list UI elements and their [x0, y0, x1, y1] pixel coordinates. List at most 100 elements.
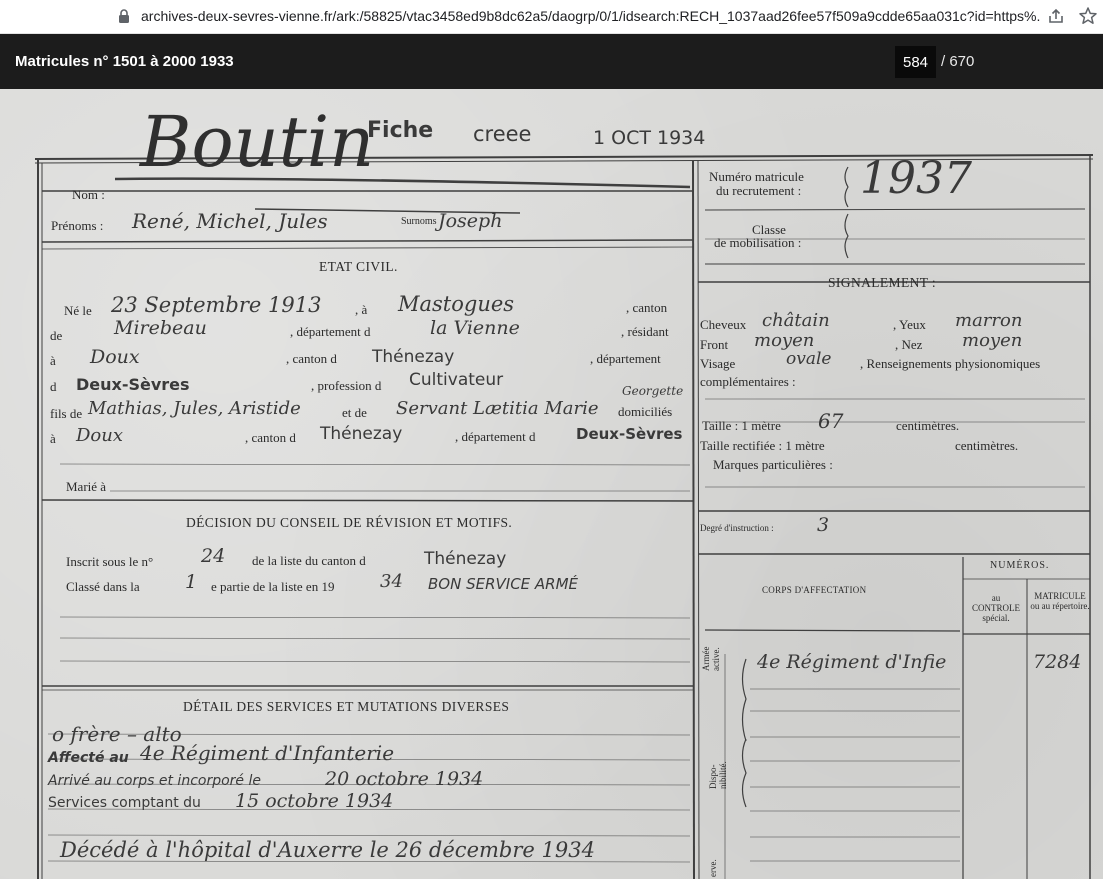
label-armee-active: Armée active. — [701, 646, 721, 672]
heading-decision: DÉCISION DU CONSEIL DE RÉVISION ET MOTIF… — [186, 515, 513, 530]
stamp-date: 1 OCT 1934 — [593, 127, 706, 149]
label-cheveux: Cheveux — [700, 317, 747, 332]
numero-handwritten: 7284 — [1033, 651, 1082, 673]
detail-decede-handwritten: Décédé à l'hôpital d'Auxerre le 26 décem… — [60, 838, 595, 862]
label-de-la-liste: de la liste du canton d — [252, 553, 366, 568]
label-fils-de: fils de — [50, 406, 83, 421]
label-departement: , département — [590, 351, 661, 366]
label-au-controle: au CONTROLE spécial. — [972, 593, 1020, 623]
heading-detail: DÉTAIL DES SERVICES ET MUTATIONS DIVERSE… — [183, 699, 510, 714]
yeux-handwritten: marron — [955, 310, 1023, 331]
label-visage: Visage — [700, 356, 736, 371]
label-departement-d: , département d — [290, 324, 371, 339]
label-canton: , canton — [626, 300, 668, 315]
stamp-creee: creee — [473, 122, 532, 146]
label-marie-a: Marié à — [66, 479, 107, 494]
inscrit-num-handwritten: 24 — [201, 545, 226, 567]
document-viewer-canvas[interactable]: Fiche creee 1 OCT 1934 Boutin Nom : Prén… — [0, 89, 1103, 879]
label-yeux: , Yeux — [893, 317, 926, 332]
birth-place-handwritten: Mastogues — [398, 292, 515, 316]
label-residant: , résidant — [621, 324, 669, 339]
father-handwritten: Mathias, Jules, Aristide — [88, 398, 301, 419]
heading-numeros: NUMÉROS. — [990, 560, 1050, 571]
heading-signalement: SIGNALEMENT : — [828, 275, 937, 290]
heading-corps: CORPS D'AFFECTATION — [762, 585, 867, 595]
label-degre: Degré d'instruction : — [700, 523, 774, 533]
bookmark-star-icon[interactable] — [1078, 6, 1098, 26]
viewer-title: Matricules n° 1501 à 2000 1933 — [15, 53, 234, 70]
label-canton-d: , canton d — [286, 351, 337, 366]
url-field[interactable]: archives-deux-sevres-vienne.fr/ark:/5882… — [141, 8, 1041, 24]
surnoms-handwritten: Joseph — [438, 210, 503, 232]
label-classe-dans: Classé dans la — [66, 579, 140, 594]
visage-handwritten: ovale — [786, 349, 832, 369]
birth-date-handwritten: 23 Septembre 1913 — [111, 293, 322, 317]
viewer-header: Matricules n° 1501 à 2000 1933 584 / 670 — [0, 34, 1103, 89]
degre-handwritten: 3 — [817, 514, 830, 536]
label-du-recrutement: du recrutement : — [716, 183, 802, 198]
mother-extra-handwritten: Georgette — [622, 384, 684, 398]
detail-affecte-stamp: Affecté au — [48, 750, 129, 766]
label-front: Front — [700, 337, 729, 352]
classe-year-handwritten: 34 — [380, 571, 403, 592]
label-a3: à — [50, 431, 56, 446]
parents-residence-handwritten: Doux — [76, 425, 124, 446]
profession-stamp: Cultivateur — [409, 370, 504, 390]
label-d: d — [50, 379, 57, 394]
label-partie: e partie de la liste en 19 — [211, 579, 335, 594]
label-reserve: erve. — [708, 859, 718, 877]
page-total: / 670 — [941, 53, 975, 70]
label-departement-d2: , département d — [455, 429, 536, 444]
lock-icon[interactable] — [118, 9, 130, 24]
label-et-de: et de — [342, 405, 367, 420]
inscrit-canton-stamp: Thénezay — [424, 549, 507, 569]
label-de-mobilisation: de mobilisation : — [714, 235, 802, 250]
label-complementaires: complémentaires : — [700, 374, 796, 389]
label-de: de — [50, 328, 63, 343]
detail-services-handwritten: 15 octobre 1934 — [235, 790, 394, 812]
label-prenoms: Prénoms : — [51, 218, 104, 233]
label-canton-d2: , canton d — [245, 430, 296, 445]
label-taille: Taille : 1 mètre — [702, 418, 781, 433]
detail-arrive-handwritten: 20 octobre 1934 — [325, 768, 484, 790]
heading-etat-civil: ETAT CIVIL. — [319, 259, 398, 274]
classe-stamp: BON SERVICE ARMÉ — [428, 575, 579, 593]
label-ne-le: Né le — [64, 303, 92, 318]
label-renseignements: , Renseignements physionomiques — [860, 356, 1041, 371]
page-number-input[interactable]: 584 — [895, 46, 936, 78]
classe-partie-handwritten: 1 — [185, 571, 198, 593]
front-handwritten: moyen — [754, 330, 815, 351]
residence-dept-stamp: Deux-Sèvres — [76, 375, 190, 394]
residence-canton-stamp: Thénezay — [372, 347, 455, 367]
label-surnoms: Surnoms — [401, 216, 437, 227]
label-disponibilite: Dispo-nibilité. — [708, 761, 728, 789]
residence-handwritten: Doux — [90, 346, 140, 368]
label-a2: à — [50, 353, 56, 368]
label-matricule-repertoire: MATRICULE ou au répertoire. — [1030, 591, 1090, 611]
label-centimetres: centimètres. — [896, 418, 960, 433]
matricule-handwritten: 1937 — [860, 153, 972, 204]
prenoms-handwritten: René, Michel, Jules — [132, 209, 328, 233]
label-nez: , Nez — [895, 337, 923, 352]
detail-affecte-handwritten: 4e Régiment d'Infanterie — [140, 741, 395, 765]
cheveux-handwritten: châtain — [762, 310, 830, 331]
browser-address-bar: archives-deux-sevres-vienne.fr/ark:/5882… — [0, 0, 1103, 34]
label-a: , à — [355, 302, 368, 317]
detail-services-stamp: Services comptant du — [48, 795, 201, 811]
share-icon[interactable] — [1047, 7, 1065, 25]
label-profession: , profession d — [311, 378, 382, 393]
label-marques: Marques particulières : — [713, 457, 833, 472]
parents-canton-stamp: Thénezay — [320, 424, 403, 444]
surname-handwritten: Boutin — [140, 101, 375, 183]
label-nom: Nom : — [72, 187, 105, 202]
canton-handwritten: Mirebeau — [114, 317, 207, 339]
corps-handwritten: 4e Régiment d'Infie — [757, 651, 947, 673]
label-centimetres2: centimètres. — [955, 438, 1019, 453]
stamp-fiche: Fiche — [367, 118, 434, 143]
parents-dept-stamp: Deux-Sèvres — [576, 425, 683, 443]
nez-handwritten: moyen — [962, 330, 1023, 351]
label-domicilies: domiciliés — [618, 404, 673, 419]
label-taille-rectifiee: Taille rectifiée : 1 mètre — [700, 438, 825, 453]
detail-arrive-stamp: Arrivé au corps et incorporé le — [48, 773, 261, 789]
taille-handwritten: 67 — [818, 409, 844, 433]
